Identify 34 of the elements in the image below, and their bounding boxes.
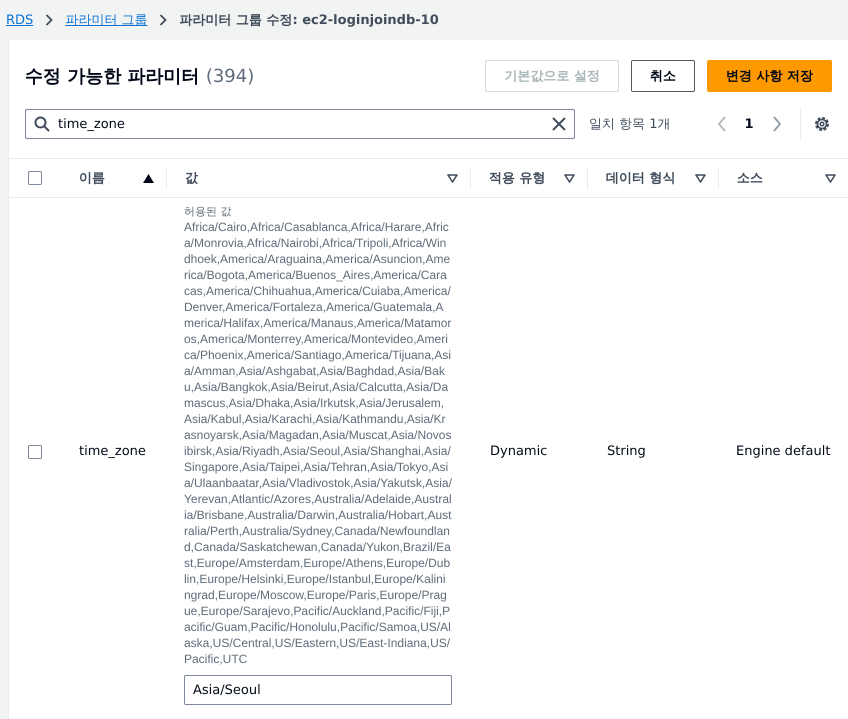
page-number[interactable]: 1	[744, 116, 754, 132]
panel-title: 수정 가능한 파라미터 (394)	[25, 65, 254, 88]
column-header[interactable]: 값	[185, 169, 198, 187]
row-checkbox[interactable]	[28, 444, 42, 458]
caret-down-icon[interactable]	[564, 174, 575, 182]
column-header[interactable]: 데이터 형식	[606, 169, 676, 187]
apply-type: Dynamic	[490, 444, 548, 459]
action-button[interactable]: 취소	[630, 60, 695, 92]
settings-icon[interactable]	[812, 115, 831, 133]
allowed-values-label: 허용된 값	[184, 204, 232, 219]
breadcrumb-link[interactable]: 파라미터 그룹	[65, 11, 148, 29]
caret-down-icon[interactable]	[825, 174, 836, 182]
next-page-icon[interactable]	[772, 116, 782, 132]
chevron-right-icon	[45, 14, 54, 26]
breadcrumb-link[interactable]: RDS	[6, 12, 34, 28]
source: Engine default	[736, 444, 830, 459]
column-header[interactable]: 적용 유형	[489, 169, 546, 187]
chevron-right-icon	[159, 14, 168, 26]
action-button[interactable]: 변경 사항 저장	[706, 60, 832, 92]
sort-ascending-icon[interactable]	[143, 174, 154, 182]
allowed-values: Africa/Cairo,Africa/Casablanca,Africa/Harare,Africa/Monrovia,Africa/Nairobi,Africa/Tripoli,Africa/Windhoek,America/Araguaina,America/Asuncion,America/Bogota,America/Buenos_Aires,America/Caracas,America/Chihuahua,America/Cuiaba,America/Denver,America/Fortaleza,America/Guatemala,America/Halifax,America/Manaus,America/Matamoros,America/Monterrey,America/Montevideo,America/Phoenix,America/Santiago,America/Tijuana,Asia/Amman,Asia/Ashgabat,Asia/Baghdad,Asia/Baku,Asia/Bangkok,Asia/Beirut,Asia/Calcutta,Asia/Damascus,Asia/Dhaka,Asia/Irkutsk,Asia/Jerusalem,Asia/Kabul,Asia/Karachi,Asia/Kathmandu,Asia/Krasnoyarsk,Asia/Magadan,Asia/Muscat,Asia/Novosibirsk,Asia/Riyadh,Asia/Seoul,Asia/Shanghai,Asia/Singapore,Asia/Taipei,Asia/Tehran,Asia/Tokyo,Asia/Ulaanbaatar,Asia/Vladivostok,Asia/Yakutsk,Asia/Yerevan,Atlantic/Azores,Australia/Adelaide,Australia/Brisbane,Australia/Darwin,Australia/Hobart,Australia/Perth,Australia/Sydney,Canada/Newfoundland,Canada/Saskatchewan,Canada/Yukon,Brazil/East,Europe/Amsterdam,Europe/Athens,Europe/Dublin,Europe/Helsinki,Europe/Istanbul,Europe/Kaliningrad,Europe/Moscow,Europe/Paris,Europe/Prague,Europe/Sarajevo,Pacific/Auckland,Pacific/Fiji,Pacific/Guam,Pacific/Honolulu,Pacific/Samoa,US/Alaska,US/Central,US/Eastern,US/East-Indiana,US/Pacific,UTC	[184, 219, 452, 667]
match-count: 일치 항목 1개	[589, 116, 671, 133]
data-type: String	[607, 444, 646, 459]
value-field[interactable]: Asia/Seoul	[184, 675, 452, 705]
search-field[interactable]: time_zone	[25, 109, 575, 139]
select-all-checkbox[interactable]	[28, 171, 42, 185]
clear-icon[interactable]	[552, 117, 566, 131]
breadcrumb-current: 파라미터 그룹 수정: ec2-loginjoindb-10	[179, 12, 439, 29]
column-header[interactable]: 이름	[79, 169, 105, 187]
search-icon	[34, 116, 50, 132]
column-header[interactable]: 소스	[737, 169, 763, 187]
caret-down-icon[interactable]	[447, 174, 458, 182]
parameter-name: time_zone	[79, 444, 146, 459]
caret-down-icon[interactable]	[695, 174, 706, 182]
